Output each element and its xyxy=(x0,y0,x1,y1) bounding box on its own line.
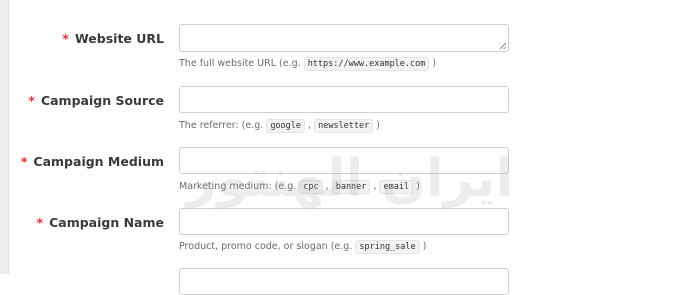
example-code: https://www.example.com xyxy=(303,57,430,71)
example-code: spring_sale xyxy=(355,240,420,254)
campaign-name-label: * Campaign Name xyxy=(36,215,164,230)
resize-handle-icon[interactable] xyxy=(500,43,506,49)
required-asterisk: * xyxy=(36,215,44,230)
website-url-help: The full website URL (e.g. https://www.e… xyxy=(179,57,437,71)
required-asterisk: * xyxy=(62,31,69,46)
campaign-medium-help: Marketing medium: (e.g. cpc , banner , e… xyxy=(179,180,420,194)
campaign-source-label: * Campaign Source xyxy=(28,93,164,108)
campaign-source-input[interactable] xyxy=(179,86,509,113)
campaign-medium-label: * Campaign Medium xyxy=(20,154,164,169)
example-code: email xyxy=(379,180,414,194)
required-asterisk: * xyxy=(28,93,35,108)
required-asterisk: * xyxy=(20,154,28,169)
campaign-name-help: Product, promo code, or slogan (e.g. spr… xyxy=(179,240,427,254)
example-code: banner xyxy=(331,180,371,194)
website-url-input[interactable] xyxy=(179,24,509,52)
campaign-medium-input[interactable] xyxy=(179,147,509,174)
example-code: cpc xyxy=(299,180,323,194)
next-field-input[interactable] xyxy=(179,268,509,295)
example-code: newsletter xyxy=(314,119,374,133)
website-url-label: * Website URL xyxy=(62,31,164,46)
example-code: google xyxy=(266,119,306,133)
campaign-source-help: The referrer: (e.g. google , newsletter … xyxy=(179,119,381,133)
campaign-name-input[interactable] xyxy=(179,208,509,235)
